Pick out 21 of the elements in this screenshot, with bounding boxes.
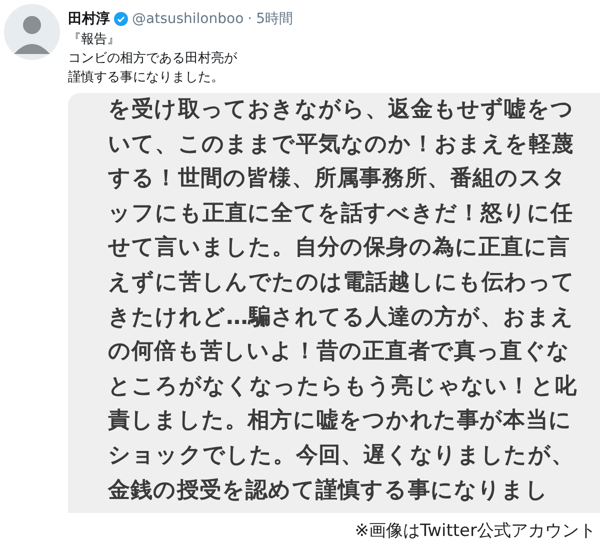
timestamp[interactable]: 5時間 [256, 10, 294, 28]
tweet-text: コンビの相方である田村亮が [68, 50, 238, 68]
author-name[interactable]: 田村淳 [68, 10, 110, 28]
image-text-line: いて、このままで平気なのか！おまえを軽蔑 [108, 130, 575, 159]
image-text-line: ッフにも正直に全てを話すべきだ！怒りに任 [108, 200, 574, 228]
image-text-line: 金銭の授受を認めて謹慎する事になりまし [108, 476, 550, 505]
image-text-line: きたけれど…騙されてる人達の方が、おまえ [108, 304, 575, 332]
image-credit: ※画像はTwitter公式アカウント [354, 520, 596, 542]
image-text-line: ところがなくなったらもう亮じゃない！と叱 [108, 372, 578, 401]
tweet-text: 謹慎する事になりました。 [68, 69, 225, 87]
separator-dot: · [248, 11, 252, 27]
avatar[interactable] [4, 4, 60, 60]
tweet-text: 『報告』 [68, 31, 121, 49]
image-text-line: の何倍も苦しいよ！昔の正直者で真っ直ぐな [108, 338, 571, 366]
image-text-line: 責しました。相方に嘘をつかれた事が本当に [108, 406, 573, 436]
image-text-line: ショックでした。今回、遅くなりましたが、 [108, 442, 575, 470]
image-text-line: せて言いました。自分の保身の為に正直に言 [108, 234, 571, 262]
author-handle[interactable]: @atsushilonboo [132, 11, 244, 27]
image-text-line: えずに苦しんでたのは電話越しにも伝わって [108, 268, 576, 297]
image-text-line: する！世間の皆様、所属事務所、番組のスタ [108, 165, 567, 194]
image-text-line: を受け取っておきながら、返金もせず嘘をつ [108, 96, 575, 124]
